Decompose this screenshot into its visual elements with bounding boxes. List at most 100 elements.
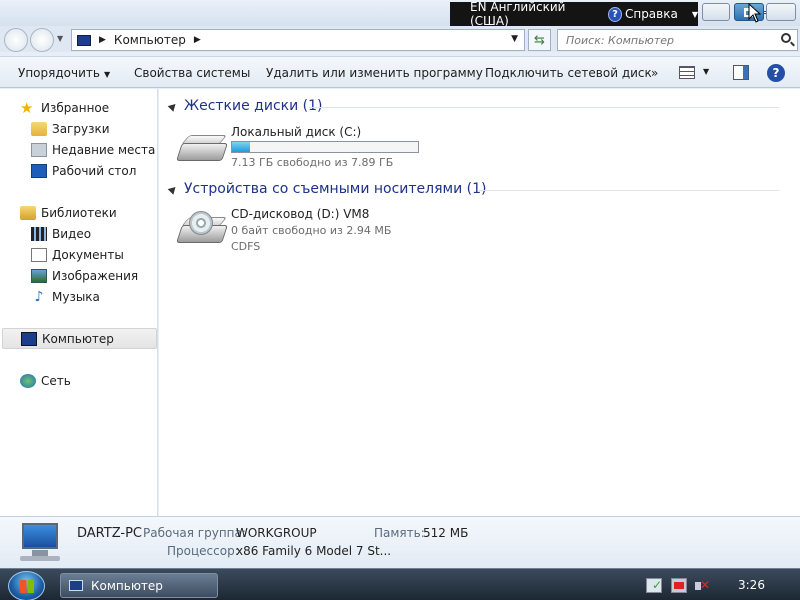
sidebar-item-video[interactable]: Видео: [0, 223, 156, 244]
drive-usage-bar: [231, 141, 419, 153]
sidebar-item-music[interactable]: ♪ Музыка: [0, 286, 156, 307]
mouse-cursor-icon: [748, 3, 762, 23]
navigation-pane: ★ Избранное Загрузки Недавние места Рабоч…: [0, 89, 158, 516]
computer-monitor-icon: [18, 523, 60, 563]
sidebar-item-downloads[interactable]: Загрузки: [0, 118, 156, 139]
group-title: Жесткие диски (1): [184, 98, 323, 114]
address-bar[interactable]: ▶ Компьютер ▶ ▼: [71, 29, 525, 51]
images-icon: [31, 268, 47, 283]
sidebar-item-libraries[interactable]: Библиотеки: [0, 202, 156, 223]
sidebar-item-label: Видео: [52, 226, 92, 241]
group-header-removable[interactable]: Устройства со съемными носителями (1): [167, 181, 486, 197]
help-icon[interactable]: ?: [767, 64, 785, 82]
langbar-options-icon[interactable]: ▼: [692, 10, 698, 19]
drive-usage-fill: [232, 142, 250, 152]
drive-name: CD-дисковод (D:) VM8: [231, 207, 370, 221]
sidebar-item-label: Сеть: [41, 373, 71, 388]
downloads-folder-icon: [31, 121, 47, 136]
windows-logo-icon: [20, 580, 34, 593]
sidebar-item-label: Музыка: [52, 289, 100, 304]
computer-icon: [77, 34, 91, 46]
workgroup-label: Рабочая группа:: [143, 526, 246, 540]
chevron-down-icon: ▼: [103, 70, 111, 79]
chevron-right-icon[interactable]: ▶: [99, 35, 106, 45]
clock[interactable]: 3:26: [738, 578, 765, 592]
drive-free-space: 7.13 ГБ свободно из 7.89 ГБ: [231, 156, 394, 169]
taskbar: Компьютер 3:26: [0, 568, 800, 600]
sidebar-item-label: Библиотеки: [41, 205, 117, 220]
sidebar-item-label: Рабочий стол: [52, 163, 137, 178]
search-input[interactable]: Поиск: Компьютер: [557, 29, 798, 51]
drive-free-space: 0 байт свободно из 2.94 МБ: [231, 224, 392, 237]
volume-muted-icon[interactable]: [694, 578, 710, 593]
collapse-triangle-icon[interactable]: [167, 100, 179, 112]
file-list: Жесткие диски (1) Локальный диск (C:) 7.…: [159, 89, 800, 516]
address-dropdown-icon[interactable]: ▼: [511, 34, 518, 44]
action-center-icon[interactable]: [646, 578, 662, 593]
close-button[interactable]: [766, 3, 796, 21]
sidebar-item-desktop[interactable]: Рабочий стол: [0, 160, 156, 181]
preview-pane-icon[interactable]: [733, 65, 749, 80]
drive-filesystem: CDFS: [231, 240, 261, 253]
pc-name: DARTZ-PC: [77, 526, 142, 541]
group-divider: [479, 190, 779, 191]
title-bar: EN Английский (США) ? Справка ▼: [0, 0, 800, 28]
help-icon[interactable]: ?: [608, 6, 622, 22]
details-pane: DARTZ-PC Рабочая группа: WORKGROUP Памят…: [0, 516, 800, 568]
sidebar-item-label: Избранное: [41, 100, 110, 115]
workgroup-value: WORKGROUP: [236, 526, 317, 540]
memory-label: Память:: [374, 526, 425, 540]
map-network-drive-button[interactable]: Подключить сетевой диск: [485, 66, 652, 80]
sidebar-item-recent-places[interactable]: Недавние места: [0, 139, 156, 160]
search-icon[interactable]: [781, 33, 791, 43]
more-commands-button[interactable]: »: [651, 66, 658, 80]
taskbar-window-computer[interactable]: Компьютер: [60, 573, 218, 598]
view-dropdown-icon[interactable]: ▼: [703, 67, 709, 76]
address-row: ▼ ▶ Компьютер ▶ ▼ ⇆ Поиск: Компьютер: [0, 26, 800, 52]
desktop-icon: [31, 163, 47, 178]
language-bar[interactable]: EN Английский (США) ? Справка ▼: [450, 0, 698, 28]
chevron-right-icon[interactable]: ▶: [194, 35, 201, 45]
collapse-triangle-icon[interactable]: [167, 183, 179, 195]
search-placeholder: Поиск: Компьютер: [566, 33, 674, 47]
network-icon: [20, 373, 36, 388]
minimize-button[interactable]: [702, 3, 767, 21]
memory-value: 512 МБ: [423, 526, 469, 540]
cd-drive-icon: [176, 211, 228, 251]
sidebar-item-label: Документы: [52, 247, 124, 262]
network-status-icon[interactable]: [671, 578, 687, 593]
change-view-icon[interactable]: [679, 66, 695, 79]
group-divider: [309, 107, 779, 108]
taskbar-window-label: Компьютер: [91, 578, 163, 593]
libraries-icon: [20, 205, 36, 220]
group-header-hard-disks[interactable]: Жесткие диски (1): [167, 98, 323, 114]
cpu-value: x86 Family 6 Model 7 St...: [236, 544, 392, 558]
forward-button[interactable]: [30, 28, 54, 52]
language-indicator[interactable]: EN Английский (США): [470, 0, 596, 28]
langbar-help[interactable]: Справка: [625, 7, 678, 21]
drive-d[interactable]: CD-дисковод (D:) VM8 0 байт свободно из …: [176, 207, 437, 257]
sidebar-item-network[interactable]: Сеть: [0, 370, 156, 391]
refresh-button[interactable]: ⇆: [528, 29, 551, 51]
sidebar-item-documents[interactable]: Документы: [0, 244, 156, 265]
recent-places-icon: [31, 142, 47, 157]
sidebar-item-label: Изображения: [52, 268, 139, 283]
start-button[interactable]: [8, 571, 45, 600]
organize-button[interactable]: Упорядочить ▼: [18, 66, 110, 80]
sidebar-item-label: Недавние места: [52, 142, 156, 157]
recent-pages-dropdown-icon[interactable]: ▼: [57, 34, 63, 43]
sidebar-item-favorites[interactable]: ★ Избранное: [0, 97, 156, 118]
uninstall-program-button[interactable]: Удалить или изменить программу: [266, 66, 483, 80]
organize-label: Упорядочить: [18, 66, 100, 80]
system-properties-button[interactable]: Свойства системы: [134, 66, 250, 80]
command-bar: Упорядочить ▼ Свойства системы Удалить ил…: [0, 56, 800, 88]
breadcrumb-computer[interactable]: Компьютер: [114, 33, 186, 47]
back-button[interactable]: [4, 28, 28, 52]
video-icon: [31, 226, 47, 241]
computer-icon: [69, 580, 83, 591]
sidebar-item-computer[interactable]: Компьютер: [2, 328, 157, 349]
sidebar-item-images[interactable]: Изображения: [0, 265, 156, 286]
star-icon: ★: [20, 98, 34, 117]
drive-c[interactable]: Локальный диск (C:) 7.13 ГБ свободно из …: [176, 125, 437, 169]
refresh-icon: ⇆: [534, 32, 545, 48]
